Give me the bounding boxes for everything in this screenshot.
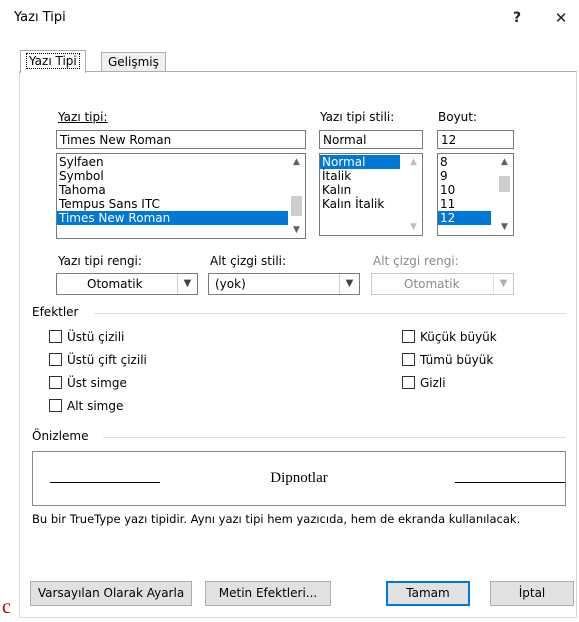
underline-color-value: Otomatik [404,277,460,291]
preview-sample-text: Dipnotlar [270,470,328,486]
close-button[interactable]: ✕ [546,4,576,32]
superscript-label: Üst simge [67,376,127,390]
font-name-input[interactable]: Times New Roman [56,130,306,149]
font-style-scrollbar[interactable]: ▲ ▼ [405,154,422,235]
effects-divider [94,313,566,314]
checkbox-box[interactable] [49,353,62,366]
font-label: Yazı tipi: [58,110,108,124]
scroll-thumb[interactable] [291,196,302,216]
preview-group-label: Önizleme [32,429,89,443]
font-list-item[interactable]: Tempus Sans ITC [57,197,305,211]
all-caps-label: Tümü büyük [420,353,494,367]
size-list[interactable]: 8 9 10 11 12 ▲ ▼ [437,153,514,236]
underline-style-dropdown[interactable]: (yok) ▼ [208,273,360,295]
size-label: Boyut: [438,110,478,124]
checkbox-box[interactable] [49,376,62,389]
preview-divider [103,437,566,438]
checkbox-box[interactable] [49,330,62,343]
font-style-item-selected[interactable]: Normal [320,155,400,169]
underline-color-dropdown: Otomatik ▼ [371,273,514,295]
checkbox-box[interactable] [402,330,415,343]
underline-color-label: Alt çizgi rengi: [373,254,459,268]
chevron-down-icon[interactable]: ▼ [177,274,197,294]
font-color-label: Yazı tipi rengi: [58,254,142,268]
chevron-down-icon: ▼ [493,274,513,294]
subscript-checkbox[interactable]: Alt simge [49,399,123,413]
checkbox-box[interactable] [402,376,415,389]
tab-font-label: Yazı Tipi [26,53,80,69]
scroll-down-icon[interactable]: ▼ [288,222,305,238]
size-scrollbar[interactable]: ▲ ▼ [496,154,513,235]
size-item-selected[interactable]: 12 [438,211,491,225]
scroll-down-icon[interactable]: ▼ [496,219,513,235]
font-list[interactable]: Sylfaen Symbol Tahoma Tempus Sans ITC Ti… [56,153,306,239]
dialog-title: Yazı Tipi [14,10,66,25]
strikethrough-label: Üstü çizili [67,330,125,344]
size-input[interactable]: 12 [437,130,514,149]
checkbox-box[interactable] [402,353,415,366]
double-strikethrough-checkbox[interactable]: Üstü çift çizili [49,353,147,367]
preview-box: Dipnotlar [32,451,566,506]
scroll-down-icon[interactable]: ▼ [405,219,422,235]
tab-font[interactable]: Yazı Tipi [20,50,86,73]
help-button[interactable]: ? [502,4,532,32]
subscript-label: Alt simge [67,399,124,413]
scroll-up-icon[interactable]: ▲ [496,154,513,170]
font-list-scrollbar[interactable]: ▲ ▼ [288,154,305,238]
font-style-label: Yazı tipi stili: [320,110,395,124]
hidden-checkbox[interactable]: Gizli [402,376,446,390]
small-caps-label: Küçük büyük [420,330,497,344]
chevron-down-icon[interactable]: ▼ [339,274,359,294]
font-dialog: Yazı Tipi ? ✕ Yazı Tipi Gelişmiş Yazı ti… [0,0,579,622]
font-list-item[interactable]: Symbol [57,169,305,183]
small-caps-checkbox[interactable]: Küçük büyük [402,330,497,344]
hidden-label: Gizli [420,376,446,390]
underline-style-label: Alt çizgi stili: [210,254,287,268]
scroll-up-icon[interactable]: ▲ [288,154,305,170]
font-color-value: Otomatik [87,277,143,291]
cancel-button[interactable]: İptal [490,581,574,606]
font-list-item[interactable]: Tahoma [57,183,305,197]
all-caps-checkbox[interactable]: Tümü büyük [402,353,493,367]
corner-text: c [2,596,11,618]
font-list-item-selected[interactable]: Times New Roman [57,211,288,225]
strikethrough-checkbox[interactable]: Üstü çizili [49,330,124,344]
font-color-dropdown[interactable]: Otomatik ▼ [56,273,198,295]
text-effects-button[interactable]: Metin Efektleri... [205,581,331,606]
preview-note: Bu bir TrueType yazı tipidir. Aynı yazı … [32,512,521,526]
font-style-input[interactable]: Normal [319,130,423,149]
checkbox-box[interactable] [49,399,62,412]
preview-right-line [455,482,565,483]
superscript-checkbox[interactable]: Üst simge [49,376,127,390]
ok-button[interactable]: Tamam [386,581,470,606]
font-list-item[interactable]: Sylfaen [57,155,305,169]
font-style-list[interactable]: Normal İtalik Kalın Kalın İtalik ▲ ▼ [319,153,423,236]
set-default-button[interactable]: Varsayılan Olarak Ayarla [30,581,192,606]
scroll-up-icon[interactable]: ▲ [405,154,422,170]
double-strikethrough-label: Üstü çift çizili [67,353,147,367]
effects-group-label: Efektler [32,305,79,319]
tab-advanced[interactable]: Gelişmiş [101,52,166,72]
scroll-thumb[interactable] [499,176,510,192]
underline-style-value: (yok) [215,277,246,291]
